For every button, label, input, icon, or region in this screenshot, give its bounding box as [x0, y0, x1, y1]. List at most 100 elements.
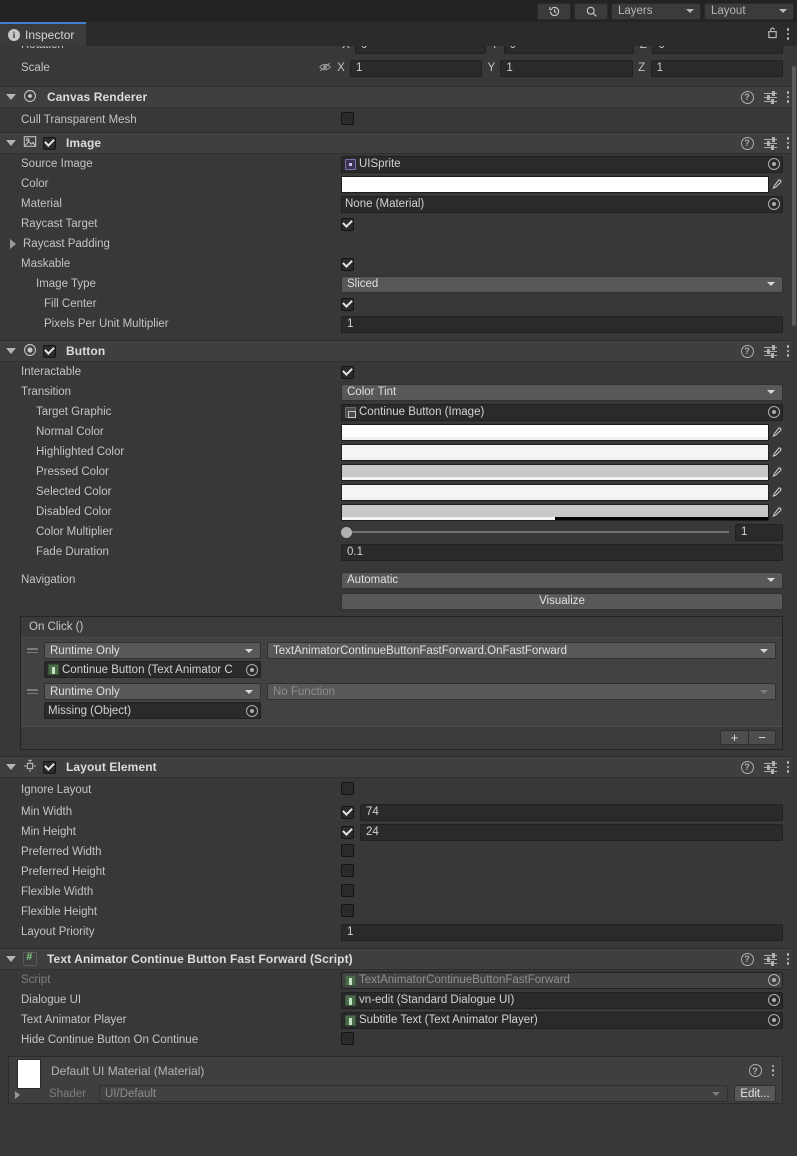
foldout-icon[interactable]: [6, 764, 16, 770]
interactable-checkbox[interactable]: [341, 365, 354, 379]
eyedropper-icon[interactable]: [769, 464, 783, 481]
selected-color-swatch[interactable]: [341, 483, 769, 501]
navigation-dropdown[interactable]: Automatic: [341, 571, 783, 589]
history-icon[interactable]: [537, 2, 571, 20]
min-height-checkbox[interactable]: [341, 825, 354, 839]
preset-icon[interactable]: [763, 760, 777, 774]
pixels-per-unit-input[interactable]: 1: [341, 315, 783, 333]
layout-dropdown[interactable]: Layout: [704, 2, 794, 20]
kebab-menu-icon[interactable]: [786, 761, 789, 773]
image-enabled-checkbox[interactable]: [43, 136, 56, 150]
add-event-button[interactable]: +: [720, 730, 748, 745]
on-click-mode-dropdown[interactable]: Runtime Only: [44, 642, 261, 659]
pressed-color-swatch[interactable]: [341, 463, 769, 481]
slider-knob[interactable]: [341, 526, 352, 538]
kebab-menu-icon[interactable]: [786, 91, 789, 103]
rotation-z-input[interactable]: 0: [652, 46, 784, 54]
edit-shader-button[interactable]: Edit...: [734, 1085, 776, 1102]
on-click-object-field[interactable]: Missing (Object): [44, 702, 261, 719]
layout-element-enabled-checkbox[interactable]: [43, 760, 56, 774]
target-graphic-objectfield[interactable]: Continue Button (Image): [341, 403, 783, 421]
component-header-image[interactable]: Image ?: [0, 132, 797, 154]
object-picker-icon[interactable]: [768, 406, 780, 418]
hide-continue-checkbox[interactable]: [341, 1032, 354, 1045]
material-objectfield[interactable]: None (Material): [341, 195, 783, 213]
rotation-x-input[interactable]: 0: [355, 46, 486, 54]
help-icon[interactable]: ?: [748, 1064, 762, 1077]
color-multiplier-input[interactable]: 1: [735, 523, 783, 541]
color-multiplier-slider[interactable]: [341, 524, 729, 541]
shader-dropdown[interactable]: UI/Default: [99, 1085, 728, 1102]
scale-x-input[interactable]: 1: [350, 59, 483, 77]
scrollbar-thumb[interactable]: [792, 66, 796, 326]
component-header-canvas-renderer[interactable]: Canvas Renderer ?: [0, 86, 797, 108]
drag-handle-icon[interactable]: [27, 648, 38, 653]
normal-color-swatch[interactable]: [341, 423, 769, 441]
row-raycast-padding[interactable]: Raycast Padding: [0, 234, 797, 254]
on-click-mode-dropdown[interactable]: Runtime Only: [44, 683, 261, 700]
foldout-icon[interactable]: [6, 140, 16, 146]
min-width-input[interactable]: 74: [360, 803, 783, 821]
fade-duration-input[interactable]: 0.1: [341, 543, 783, 561]
kebab-menu-icon[interactable]: [771, 1064, 774, 1077]
on-click-object-field[interactable]: Continue Button (Text Animator C: [44, 661, 261, 678]
object-picker-icon[interactable]: [768, 1014, 780, 1026]
on-click-function-dropdown[interactable]: No Function: [267, 683, 776, 700]
help-icon[interactable]: ?: [740, 90, 754, 104]
highlighted-color-swatch[interactable]: [341, 443, 769, 461]
tab-inspector[interactable]: i Inspector: [0, 22, 87, 46]
scale-z-input[interactable]: 1: [650, 59, 783, 77]
lock-icon[interactable]: [767, 26, 778, 42]
layers-dropdown[interactable]: Layers: [611, 2, 701, 20]
ignore-layout-checkbox[interactable]: [341, 782, 354, 795]
kebab-menu-icon[interactable]: [786, 953, 789, 965]
constrain-proportions-icon[interactable]: [318, 61, 332, 76]
eyedropper-icon[interactable]: [769, 504, 783, 521]
preferred-height-checkbox[interactable]: [341, 864, 354, 877]
transition-dropdown[interactable]: Color Tint: [341, 383, 783, 401]
help-icon[interactable]: ?: [740, 952, 754, 966]
object-picker-icon[interactable]: [768, 994, 780, 1006]
object-picker-icon[interactable]: [768, 198, 780, 210]
scale-y-input[interactable]: 1: [500, 59, 633, 77]
disabled-color-swatch[interactable]: [341, 503, 769, 521]
component-header-script[interactable]: # Text Animator Continue Button Fast For…: [0, 948, 797, 970]
raycast-target-checkbox[interactable]: [341, 217, 354, 231]
object-picker-icon[interactable]: [768, 158, 780, 170]
visualize-button[interactable]: Visualize: [341, 592, 783, 610]
component-header-layout-element[interactable]: Layout Element ?: [0, 756, 797, 778]
preset-icon[interactable]: [763, 344, 777, 358]
help-icon[interactable]: ?: [740, 760, 754, 774]
foldout-icon[interactable]: [6, 94, 16, 100]
kebab-menu-icon[interactable]: [786, 28, 789, 40]
help-icon[interactable]: ?: [740, 344, 754, 358]
layout-priority-input[interactable]: 1: [341, 923, 783, 941]
preset-icon[interactable]: [763, 136, 777, 150]
flexible-height-checkbox[interactable]: [341, 904, 354, 917]
drag-handle-icon[interactable]: [27, 689, 38, 694]
button-enabled-checkbox[interactable]: [43, 344, 56, 358]
object-picker-icon[interactable]: [246, 704, 258, 717]
eyedropper-icon[interactable]: [769, 444, 783, 461]
maskable-checkbox[interactable]: [341, 257, 354, 271]
on-click-function-dropdown[interactable]: TextAnimatorContinueButtonFastForward.On…: [267, 642, 776, 659]
foldout-icon[interactable]: [6, 956, 16, 962]
eyedropper-icon[interactable]: [769, 424, 783, 441]
foldout-icon[interactable]: [10, 239, 16, 249]
help-icon[interactable]: ?: [740, 136, 754, 150]
text-animator-player-objectfield[interactable]: Subtitle Text (Text Animator Player): [341, 1011, 783, 1029]
flexible-width-checkbox[interactable]: [341, 884, 354, 897]
source-image-objectfield[interactable]: UISprite: [341, 155, 783, 173]
search-icon[interactable]: [574, 2, 608, 20]
vertical-scrollbar[interactable]: [791, 46, 797, 1156]
object-picker-icon[interactable]: [246, 663, 258, 676]
color-swatch[interactable]: [341, 175, 769, 193]
preferred-width-checkbox[interactable]: [341, 844, 354, 857]
dialogue-ui-objectfield[interactable]: vn-edit (Standard Dialogue UI): [341, 991, 783, 1009]
fill-center-checkbox[interactable]: [341, 297, 354, 311]
kebab-menu-icon[interactable]: [786, 345, 789, 357]
kebab-menu-icon[interactable]: [786, 137, 789, 149]
foldout-icon[interactable]: [6, 348, 16, 354]
preset-icon[interactable]: [763, 90, 777, 104]
min-width-checkbox[interactable]: [341, 805, 354, 819]
